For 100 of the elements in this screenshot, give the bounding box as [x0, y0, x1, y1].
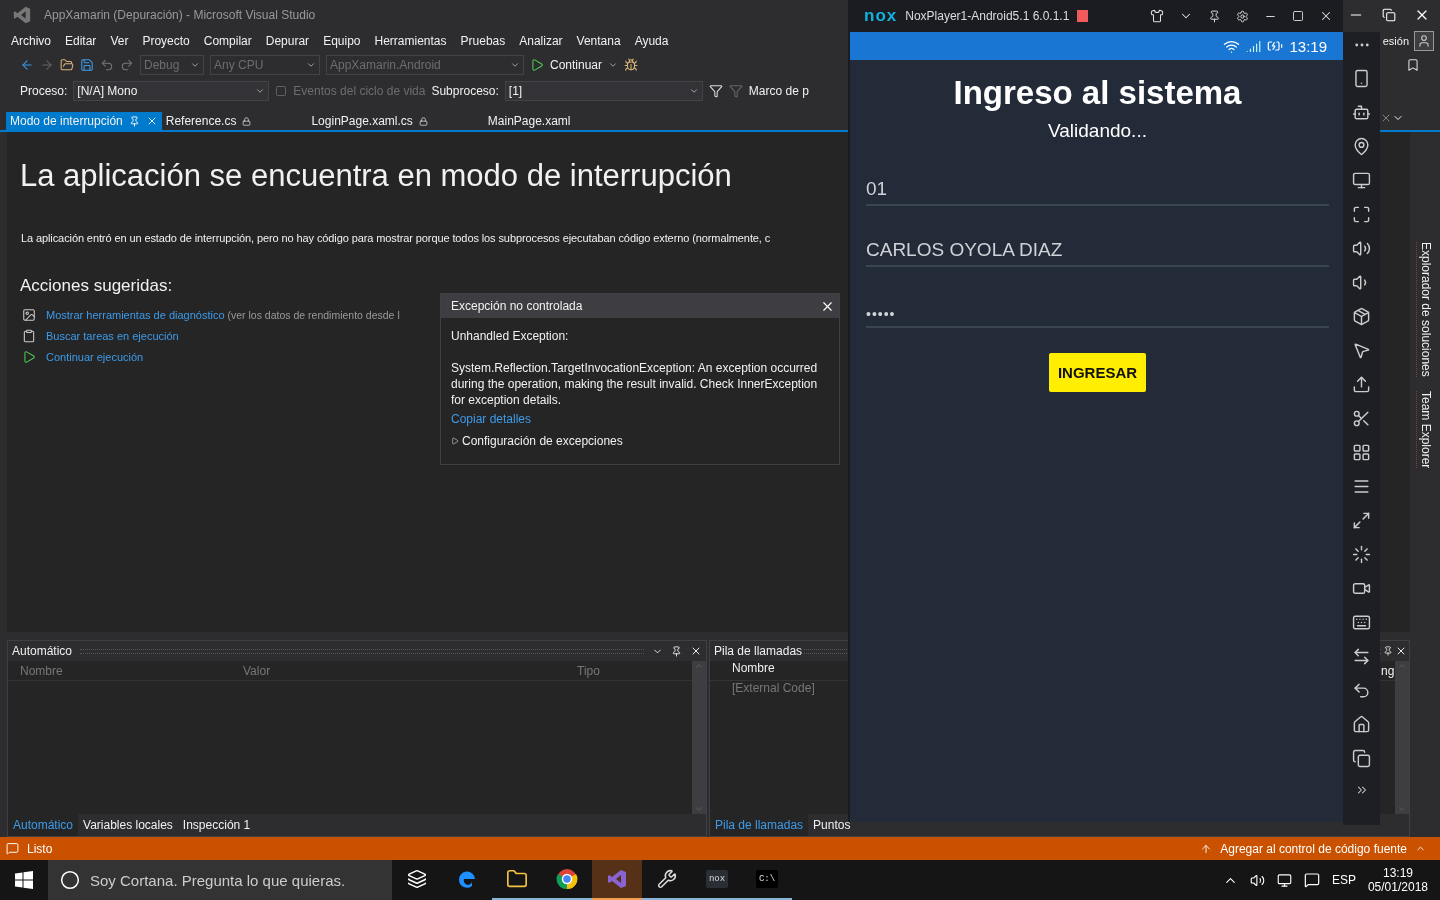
settings-icon[interactable]: [1236, 9, 1249, 23]
menu-item[interactable]: Equipo: [316, 34, 368, 48]
menu-item[interactable]: Compilar: [196, 34, 259, 48]
menu-icon[interactable]: [1352, 477, 1371, 496]
dropdown-icon: [255, 86, 266, 96]
taskbar-app-button[interactable]: C:\: [742, 860, 792, 900]
exception-heading: Unhandled Exception:: [451, 328, 570, 344]
folder-open-icon[interactable]: [60, 58, 74, 72]
swap-icon[interactable]: [1352, 647, 1371, 666]
source-control-button[interactable]: Agregar al control de código fuente: [1220, 841, 1407, 856]
monitor-icon[interactable]: [1352, 171, 1371, 190]
action-link[interactable]: Buscar tareas en ejecución: [46, 329, 179, 342]
panel-tab[interactable]: Puntos: [808, 814, 856, 836]
search-field[interactable]: Soy Cortana. Pregunta lo que quieras.: [48, 860, 392, 900]
dropdown-icon[interactable]: [608, 60, 619, 70]
continue-button[interactable]: Continuar: [550, 58, 603, 72]
location-pin-icon[interactable]: [1352, 137, 1371, 156]
notification-icon[interactable]: [1303, 872, 1320, 888]
scissors-icon[interactable]: [1352, 409, 1371, 428]
thread-dropdown[interactable]: [1]: [504, 81, 703, 101]
ide-logo-icon[interactable]: [606, 868, 628, 890]
password-field[interactable]: •••••: [866, 267, 1329, 328]
emulator-app-icon[interactable]: nox: [705, 870, 729, 888]
volume-icon[interactable]: [1249, 872, 1265, 888]
close-icon[interactable]: [1395, 645, 1407, 657]
volume-up-icon[interactable]: [1352, 239, 1371, 258]
menu-item[interactable]: Archivo: [4, 34, 58, 48]
document-tab[interactable]: MainPage.xaml: [483, 112, 575, 130]
user-avatar[interactable]: [1414, 31, 1434, 51]
panel-tab[interactable]: Pila de llamadas: [710, 814, 809, 836]
restore-icon[interactable]: [1382, 8, 1396, 22]
pin-icon[interactable]: [1383, 646, 1393, 656]
action-link[interactable]: Mostrar herramientas de diagnóstico: [46, 308, 225, 321]
process-dropdown[interactable]: [N/A] Mono: [73, 81, 270, 101]
login-button[interactable]: INGRESAR: [1048, 353, 1147, 392]
shirt-icon[interactable]: [1150, 9, 1164, 23]
pin-icon[interactable]: [1208, 9, 1221, 23]
recent-apps-icon[interactable]: [1352, 749, 1371, 768]
menu-item[interactable]: Analizar: [512, 34, 570, 48]
copy-details-link[interactable]: Copiar detalles: [451, 412, 829, 426]
side-tab[interactable]: Team Explorer: [1415, 390, 1435, 469]
scrollbar[interactable]: [1395, 661, 1409, 814]
thread-label: Subproceso:: [431, 84, 499, 98]
network-icon[interactable]: [1276, 872, 1292, 888]
panel-tab[interactable]: Automático: [8, 814, 79, 836]
panel-title: Pila de llamadas: [714, 644, 803, 658]
side-tab[interactable]: Explorador de soluciones: [1415, 242, 1435, 377]
process-label: Proceso:: [20, 84, 68, 98]
undo-icon[interactable]: [100, 58, 114, 72]
back-icon[interactable]: [1352, 681, 1371, 700]
scrollbar[interactable]: [692, 661, 706, 814]
start-icon[interactable]: [15, 871, 33, 889]
keyboard-icon[interactable]: [1352, 613, 1371, 632]
browser-logo-icon[interactable]: [556, 868, 578, 890]
input-field[interactable]: 01: [866, 145, 1329, 206]
resize-icon[interactable]: [1352, 511, 1371, 530]
expand-icon[interactable]: [451, 437, 459, 445]
robot-icon[interactable]: [1352, 103, 1371, 122]
save-icon[interactable]: [80, 58, 94, 72]
redo-icon[interactable]: [120, 58, 134, 72]
document-tab[interactable]: LoginPage.xaml.cs: [307, 112, 432, 130]
column-header[interactable]: Nombre: [732, 661, 775, 675]
maximize-icon[interactable]: [1292, 10, 1304, 22]
task-view-icon[interactable]: [407, 869, 427, 889]
column-header[interactable]: ng: [1379, 663, 1395, 678]
language-indicator[interactable]: ESP: [1331, 873, 1356, 887]
menu-item[interactable]: Herramientas: [367, 34, 454, 48]
upload-icon[interactable]: [1352, 375, 1371, 394]
pin-icon[interactable]: [671, 645, 682, 657]
menu-item[interactable]: Editar: [58, 34, 104, 48]
debug-icon[interactable]: [624, 58, 639, 72]
home-icon[interactable]: [1352, 715, 1371, 734]
close-icon[interactable]: [690, 645, 702, 657]
taskbar-clock[interactable]: 13:19 05/01/2018: [1367, 866, 1428, 894]
folder-icon[interactable]: [506, 868, 528, 890]
action-link[interactable]: Continuar ejecución: [46, 350, 144, 363]
menu-item[interactable]: Ayuda: [627, 34, 676, 48]
menu-item[interactable]: Proyecto: [135, 34, 197, 48]
taskbar-app-button[interactable]: nox: [692, 860, 742, 900]
tools-icon[interactable]: [657, 869, 677, 889]
loader-icon[interactable]: [1352, 545, 1371, 564]
grid-icon[interactable]: [1352, 443, 1371, 462]
panel-tab[interactable]: Variables locales: [78, 814, 178, 836]
sign-in-link[interactable]: esión: [1382, 35, 1409, 47]
menu-item[interactable]: Ventana: [569, 34, 628, 48]
play-icon[interactable]: [530, 58, 544, 72]
cursor-icon[interactable]: [1352, 341, 1371, 360]
phone-rotate-icon[interactable]: [1352, 69, 1371, 88]
document-tab[interactable]: Reference.cs: [161, 112, 256, 130]
close-icon[interactable]: [1319, 9, 1333, 23]
input-field[interactable]: CARLOS OYOLA DIAZ: [866, 206, 1329, 267]
bookmark-icon[interactable]: [1406, 58, 1420, 72]
menu-item[interactable]: Depurar: [258, 34, 317, 48]
terminal-app-icon[interactable]: C:\: [755, 870, 779, 888]
exception-settings-expander[interactable]: Configuración de excepciones: [462, 434, 623, 448]
panel-tab[interactable]: Inspección 1: [177, 814, 256, 836]
fullscreen-icon[interactable]: [1352, 205, 1371, 224]
package-icon[interactable]: [1352, 307, 1371, 326]
menu-item[interactable]: Pruebas: [453, 34, 513, 48]
menu-item[interactable]: Ver: [103, 34, 136, 48]
